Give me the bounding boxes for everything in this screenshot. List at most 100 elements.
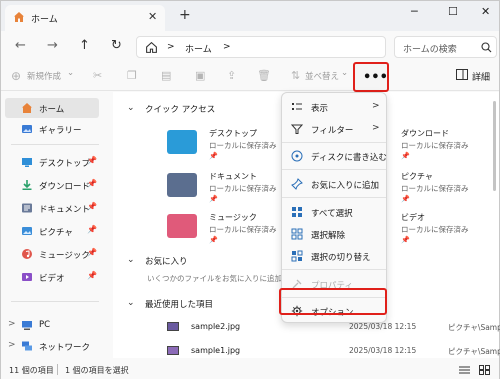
details-button[interactable]: 詳細 <box>456 69 490 83</box>
search-icon <box>481 42 492 53</box>
section-title: クイック アクセス <box>145 105 216 115</box>
see-more-button[interactable]: ••• <box>353 62 389 92</box>
file-name: sample1.jpg <box>191 346 241 355</box>
sidebar-item-label: ギャラリー <box>39 126 82 136</box>
rename-icon[interactable]: ▣ <box>195 69 205 82</box>
sidebar-item-music[interactable]: ミュージック 📌 <box>5 244 99 264</box>
sidebar-item-documents[interactable]: ドキュメント 📌 <box>5 198 99 218</box>
menu-divider <box>282 269 386 270</box>
refresh-button[interactable]: ↻ <box>111 38 122 53</box>
folder-status: ローカルに保存済み <box>209 225 277 234</box>
sort-button[interactable]: 並べ替え <box>305 70 339 82</box>
new-plus-icon: ⊕ <box>11 69 22 83</box>
folder-name[interactable]: ダウンロード <box>401 128 449 139</box>
back-button[interactable]: ← <box>15 38 26 53</box>
menu-item-select-none[interactable]: 選択解除 <box>285 224 383 244</box>
scrollbar[interactable] <box>493 101 496 191</box>
list-view-icon[interactable] <box>459 365 470 375</box>
new-button[interactable]: 新規作成 <box>27 70 61 82</box>
recent-file-row[interactable]: sample1.jpg 2025/03/18 12:15 ピクチャ\Sample <box>153 343 500 359</box>
menu-item-label: 表示 <box>311 104 329 114</box>
new-tab-button[interactable]: + <box>179 7 191 23</box>
copy-icon[interactable]: ❐ <box>127 69 137 82</box>
selection-count: 1 個の項目を選択 <box>65 366 129 375</box>
pin-icon: 📌 <box>401 152 410 160</box>
tile-view-icon[interactable] <box>479 365 490 375</box>
menu-item-invert-selection[interactable]: 選択の切り替え <box>285 246 383 266</box>
forward-button[interactable]: → <box>47 38 58 53</box>
maximize-button[interactable]: ☐ <box>448 5 458 18</box>
sidebar-item-home[interactable]: ホーム <box>5 98 99 118</box>
pin-icon: 📌 <box>209 195 218 203</box>
pc-icon <box>22 321 32 330</box>
gallery-icon <box>22 125 32 133</box>
more-dots-icon: ••• <box>363 70 388 85</box>
folder-status: ローカルに保存済み <box>401 225 469 234</box>
sidebar-item-gallery[interactable]: ギャラリー <box>5 119 99 139</box>
file-location: ピクチャ\Sample <box>448 347 500 356</box>
section-title: 最近使用した項目 <box>145 300 214 310</box>
pin-icon: 📌 <box>87 179 97 188</box>
delete-icon[interactable]: 🗑 <box>257 69 271 82</box>
disc-burn-icon <box>291 150 303 162</box>
menu-item-label: 選択解除 <box>311 231 346 241</box>
menu-item-select-all[interactable]: すべて選択 <box>285 202 383 222</box>
invert-selection-icon <box>291 250 303 262</box>
sidebar-item-videos[interactable]: ビデオ 📌 <box>5 267 99 287</box>
expand-chevron-icon[interactable]: > <box>8 340 16 350</box>
close-window-button[interactable]: ✕ <box>481 5 490 18</box>
menu-item-add-favorite[interactable]: お気に入りに追加 <box>285 174 383 194</box>
menu-item-burn-disc[interactable]: ディスクに書き込む <box>285 146 387 166</box>
documents-folder-icon[interactable] <box>167 173 197 197</box>
breadcrumb-separator: > <box>167 42 175 52</box>
menu-item-view[interactable]: 表示 > <box>285 97 383 117</box>
document-icon <box>22 203 32 213</box>
breadcrumb-home[interactable]: ホーム <box>185 42 212 55</box>
view-icon <box>292 103 302 110</box>
cut-icon[interactable]: ✂ <box>93 69 102 82</box>
sidebar-item-label: PC <box>39 320 51 330</box>
folder-name[interactable]: ミュージック <box>209 212 257 223</box>
folder-name[interactable]: ピクチャ <box>401 171 433 182</box>
command-bar: ⊕ 新規作成 ⌄ ✂ ❐ ▤ ▣ ⇪ 🗑 ⇅ 並べ替え ⌄ <box>1 61 499 91</box>
search-input[interactable]: ホームの検索 <box>403 42 457 55</box>
sidebar-item-pc[interactable]: > PC <box>5 315 99 335</box>
sort-icon: ⇅ <box>291 69 301 82</box>
pictures-icon <box>22 227 32 235</box>
menu-divider <box>282 169 386 170</box>
tab-home[interactable]: ホーム ✕ <box>5 5 165 31</box>
desktop-folder-icon[interactable] <box>167 130 197 154</box>
address-bar[interactable]: > ホーム > <box>136 36 386 58</box>
folder-name[interactable]: ビデオ <box>401 212 425 223</box>
menu-item-label: 選択の切り替え <box>311 253 371 263</box>
sidebar-item-label: ホーム <box>39 105 65 115</box>
file-date: 2025/03/18 12:15 <box>349 322 417 331</box>
home-icon <box>22 103 32 113</box>
menu-item-filter[interactable]: フィルター > <box>285 119 383 139</box>
paste-icon[interactable]: ▤ <box>161 69 171 82</box>
pin-icon: 📌 <box>401 236 410 244</box>
collapse-chevron-icon: ⌄ <box>127 298 135 308</box>
folder-name[interactable]: ドキュメント <box>209 171 257 182</box>
sidebar-item-desktop[interactable]: デスクトップ 📌 <box>5 152 99 172</box>
minimize-button[interactable]: ─ <box>411 5 418 18</box>
status-bar: 11 個の項目 1 個の項目を選択 <box>1 361 499 379</box>
menu-item-label: お気に入りに追加 <box>311 181 380 191</box>
search-box[interactable]: ホームの検索 <box>394 36 497 58</box>
sidebar-item-pictures[interactable]: ピクチャ 📌 <box>5 221 99 241</box>
expand-chevron-icon[interactable]: > <box>8 319 16 329</box>
chevron-right-icon: > <box>372 123 380 133</box>
folder-name[interactable]: デスクトップ <box>209 128 257 139</box>
sidebar-item-network[interactable]: > ネットワーク <box>5 336 99 356</box>
sidebar-item-label: デスクトップ <box>39 159 91 169</box>
collapse-chevron-icon: ⌄ <box>127 103 135 113</box>
sidebar-divider <box>11 144 99 145</box>
image-thumbnail-icon <box>167 346 179 355</box>
pin-icon <box>291 178 303 190</box>
up-button[interactable]: ↑ <box>79 38 90 53</box>
share-icon[interactable]: ⇪ <box>227 69 236 82</box>
tab-close-icon[interactable]: ✕ <box>148 10 157 23</box>
sidebar-item-downloads[interactable]: ダウンロード 📌 <box>5 175 99 195</box>
home-icon <box>14 12 24 22</box>
music-folder-icon[interactable] <box>167 214 197 238</box>
